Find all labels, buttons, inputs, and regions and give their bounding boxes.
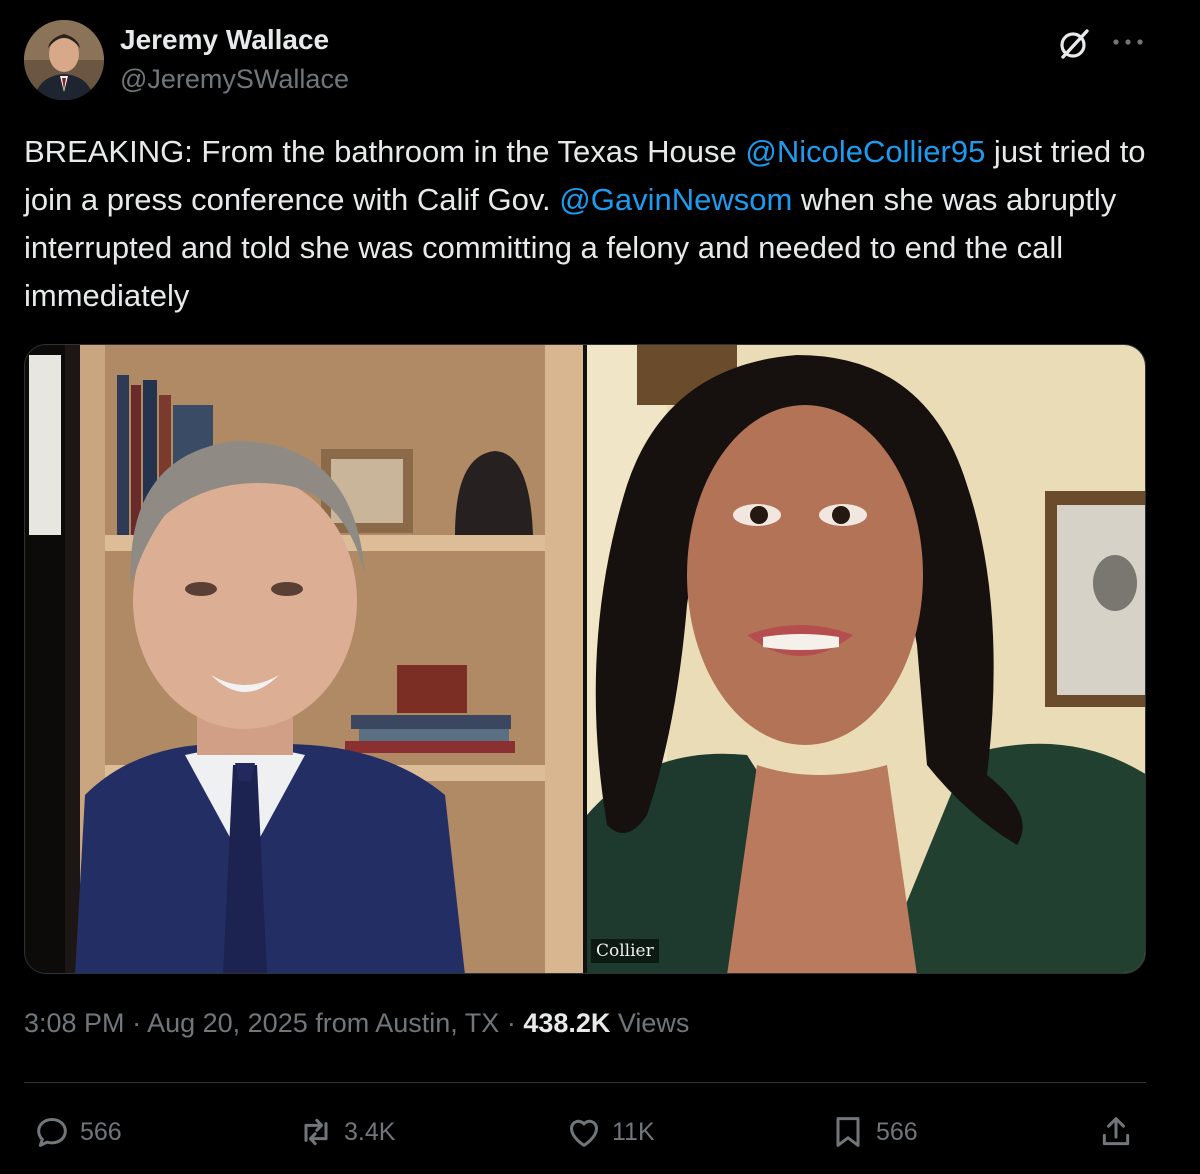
author-handle[interactable]: @JeremySWallace — [120, 64, 349, 95]
tweet-text-part: BREAKING: From the bathroom in the Texas… — [24, 134, 746, 169]
bookmark-icon — [836, 1117, 860, 1147]
tweet-time[interactable]: 3:08 PM — [24, 1008, 125, 1038]
like-icon — [570, 1119, 598, 1147]
tweet-media[interactable]: Collier — [24, 344, 1146, 974]
video-name-tag: Collier — [591, 939, 659, 963]
bookmark-button[interactable]: 566 — [828, 1110, 918, 1154]
meta-separator: · — [124, 1008, 148, 1038]
views-label: Views — [610, 1008, 690, 1038]
divider — [24, 1082, 1146, 1083]
grok-icon[interactable] — [1056, 26, 1092, 62]
tweet: Jeremy Wallace @JeremySWallace BREAKING:… — [0, 0, 1200, 1174]
like-button[interactable]: 11K — [564, 1110, 655, 1154]
bookmark-count: 566 — [876, 1117, 918, 1146]
like-count: 11K — [612, 1117, 655, 1146]
tweet-location: from Austin, TX — [307, 1008, 500, 1038]
author-name[interactable]: Jeremy Wallace — [120, 24, 329, 56]
reply-icon — [37, 1118, 67, 1147]
reply-button[interactable]: 566 — [32, 1110, 122, 1154]
repost-button[interactable]: 3.4K — [296, 1110, 395, 1154]
meta-separator: · — [499, 1008, 524, 1038]
avatar[interactable] — [24, 20, 104, 100]
video-pane-right — [587, 345, 1145, 973]
share-icon — [1102, 1117, 1130, 1146]
mention-link-gavinnewsom[interactable]: @GavinNewsom — [559, 182, 792, 217]
views-count[interactable]: 438.2K — [523, 1008, 610, 1038]
tweet-date[interactable]: Aug 20, 2025 — [147, 1008, 308, 1038]
repost-count: 3.4K — [344, 1117, 396, 1146]
share-button[interactable] — [1096, 1110, 1144, 1154]
video-pane-left — [25, 345, 583, 973]
tweet-text: BREAKING: From the bathroom in the Texas… — [24, 128, 1164, 320]
mention-link-nicolecollier[interactable]: @NicoleCollier95 — [745, 134, 985, 169]
tweet-meta: 3:08 PM · Aug 20, 2025 from Austin, TX ·… — [24, 1008, 689, 1039]
reply-count: 566 — [80, 1117, 122, 1146]
more-icon[interactable] — [1108, 24, 1148, 60]
repost-icon — [304, 1118, 328, 1146]
